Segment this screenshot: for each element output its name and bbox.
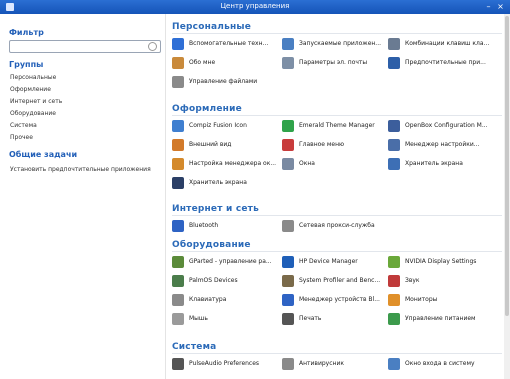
applet-label: NVIDIA Display Settings: [405, 258, 477, 265]
applet-label: Предпочтительные при...: [405, 59, 486, 66]
applet-label: HP Device Manager: [299, 258, 358, 265]
file-management-icon: [172, 76, 184, 88]
section-divider: [172, 251, 502, 252]
main-panel: Персональные Вспомогательные техн... Запус…: [166, 14, 510, 379]
accessibility-icon: [172, 38, 184, 50]
applet-label: System Profiler and Benc...: [299, 277, 381, 284]
keyboard-shortcuts-icon: [388, 38, 400, 50]
applet-label: Хранитель экрана: [189, 179, 247, 186]
section-title: Интернет и сеть: [172, 204, 259, 214]
close-icon[interactable]: ×: [496, 2, 505, 11]
group-appearance[interactable]: Оформление: [10, 86, 51, 93]
mail-settings-icon: [282, 57, 294, 69]
openbox-icon: [388, 120, 400, 132]
applet-label: OpenBox Configuration M...: [405, 122, 488, 129]
appearance-icon: [172, 139, 184, 151]
applet-label: GParted - управление ра...: [189, 258, 272, 265]
applet-label: Менеджер устройств Bl...: [299, 296, 380, 303]
printer-icon: [282, 313, 294, 325]
section-title: Система: [172, 342, 217, 352]
applet-label: PalmOS Devices: [189, 277, 238, 284]
task-preferred-apps[interactable]: Установить предпочтительные приложения: [10, 166, 151, 173]
palm-icon: [172, 275, 184, 287]
scrollbar-thumb[interactable]: [505, 16, 509, 316]
applet-label: Настройка менеджера ок...: [189, 160, 277, 167]
applet-label: Печать: [299, 315, 322, 322]
monitors-icon: [388, 294, 400, 306]
emerald-icon: [282, 120, 294, 132]
gparted-icon: [172, 256, 184, 268]
section-title: Оборудование: [172, 240, 251, 250]
tasks-label: Общие задачи: [9, 150, 78, 159]
section-divider: [172, 215, 502, 216]
applet-label: Вспомогательные техн...: [189, 40, 269, 47]
applet-label: Параметры эл. почты: [299, 59, 368, 66]
about-me-icon: [172, 57, 184, 69]
filter-field[interactable]: [9, 40, 161, 53]
section-title: Персональные: [172, 22, 252, 32]
group-system[interactable]: Система: [10, 122, 37, 129]
windows-icon: [282, 158, 294, 170]
applet-label: Антивирусник: [299, 360, 344, 367]
network-proxy-icon: [282, 220, 294, 232]
filter-label: Фильтр: [9, 28, 44, 37]
main-menu-icon: [282, 139, 294, 151]
applet-label: Окно входа в систему: [405, 360, 475, 367]
applet-label: Compiz Fusion Icon: [189, 122, 247, 129]
applet-label: Внешний вид: [189, 141, 232, 148]
compiz-icon: [172, 120, 184, 132]
mouse-icon: [172, 313, 184, 325]
applet-label: Сетевая прокси-служба: [299, 222, 375, 229]
bluetooth-manager-icon: [282, 294, 294, 306]
nvidia-icon: [388, 256, 400, 268]
section-divider: [172, 115, 502, 116]
applet-label: Обо мне: [189, 59, 216, 66]
window-manager-icon: [172, 158, 184, 170]
group-internet[interactable]: Интернет и сеть: [10, 98, 62, 105]
sound-icon: [388, 275, 400, 287]
applet-label: Комбинации клавиш кла...: [405, 40, 490, 47]
groups-label: Группы: [9, 60, 44, 69]
applet-label: Управление питанием: [405, 315, 476, 322]
window-title: Центр управления: [220, 2, 290, 10]
hp-device-icon: [282, 256, 294, 268]
minimize-icon[interactable]: –: [484, 2, 493, 11]
section-divider: [172, 353, 502, 354]
group-personal[interactable]: Персональные: [10, 74, 56, 81]
power-icon: [388, 313, 400, 325]
filter-input[interactable]: [10, 41, 149, 52]
group-hardware[interactable]: Оборудование: [10, 110, 56, 117]
profiler-icon: [282, 275, 294, 287]
login-window-icon: [388, 358, 400, 370]
screensaver-alt-icon: [172, 177, 184, 189]
applet-label: PulseAudio Preferences: [189, 360, 260, 367]
applet-label: Звук: [405, 277, 420, 284]
startup-apps-icon: [282, 38, 294, 50]
section-title: Оформление: [172, 104, 242, 114]
applet-label: Мониторы: [405, 296, 438, 303]
clear-filter-icon[interactable]: [148, 42, 157, 51]
applet-label: Emerald Theme Manager: [299, 122, 375, 129]
applet-label: Управление файлами: [189, 78, 258, 85]
applet-label: Клавиатура: [189, 296, 227, 303]
applet-label: Менеджер настройки...: [405, 141, 480, 148]
applet-label: Хранитель экрана: [405, 160, 463, 167]
pulseaudio-icon: [172, 358, 184, 370]
group-other[interactable]: Прочее: [10, 134, 33, 141]
applet-label: Главное меню: [299, 141, 345, 148]
preferred-apps-icon: [388, 57, 400, 69]
applet-label: Запускаемые приложен...: [299, 40, 382, 47]
screensaver-icon: [388, 158, 400, 170]
applet-label: Bluetooth: [189, 222, 219, 229]
section-divider: [172, 33, 502, 34]
applet-label: Окна: [299, 160, 315, 167]
bluetooth-icon: [172, 220, 184, 232]
settings-manager-icon: [388, 139, 400, 151]
title-bar: Центр управления – ×: [0, 0, 510, 14]
sidebar: Фильтр Группы Персональные Оформление Ин…: [0, 14, 166, 379]
antivirus-icon: [282, 358, 294, 370]
applet-label: Мышь: [189, 315, 208, 322]
scrollbar[interactable]: [504, 14, 510, 379]
keyboard-icon: [172, 294, 184, 306]
